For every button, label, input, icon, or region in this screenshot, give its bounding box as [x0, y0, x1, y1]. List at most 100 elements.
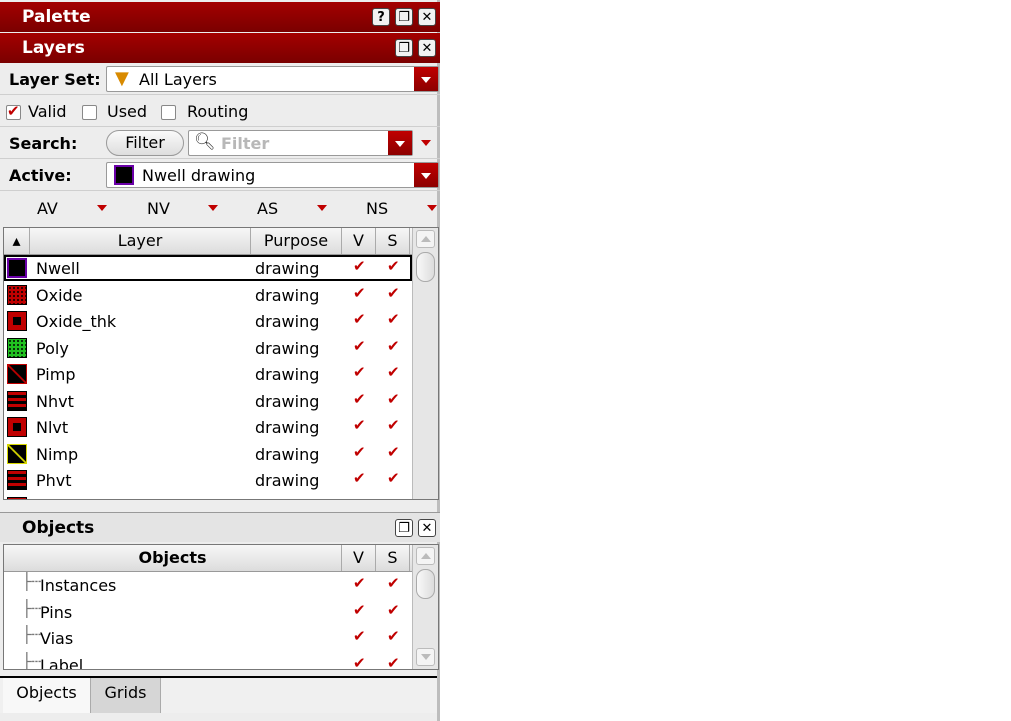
chevron-down-icon[interactable] [414, 67, 438, 91]
selectable-checkbox[interactable] [387, 257, 402, 276]
visible-checkbox[interactable] [353, 601, 368, 620]
layers-scrollbar[interactable] [412, 228, 438, 499]
active-chevron-down-icon[interactable] [414, 163, 438, 187]
visible-checkbox[interactable] [353, 390, 368, 409]
selectable-checkbox[interactable] [387, 443, 402, 462]
table-row[interactable]: Oxide drawing [4, 282, 412, 308]
objects-scroll-down-icon[interactable] [416, 648, 435, 666]
visible-checkbox[interactable] [353, 337, 368, 356]
visible-checkbox[interactable] [353, 443, 368, 462]
as-dropdown-icon[interactable] [317, 205, 327, 211]
visible-checkbox[interactable] [353, 416, 368, 435]
list-item[interactable]: ├┄ Pins [4, 599, 412, 625]
header-layer[interactable]: Layer [30, 228, 251, 254]
table-row[interactable]: Poly drawing [4, 335, 412, 361]
objects-restore-icon[interactable]: ❐ [395, 519, 413, 537]
routing-checkbox[interactable] [161, 105, 176, 120]
visible-checkbox[interactable] [353, 496, 366, 500]
search-input[interactable]: Filter [221, 134, 269, 153]
visible-checkbox[interactable] [353, 654, 368, 670]
visible-checkbox[interactable] [353, 627, 368, 646]
palette-title: Palette [22, 7, 91, 27]
filter-combo[interactable]: 🔍︎ Filter [188, 130, 413, 156]
layer-purpose: drawing [255, 338, 320, 358]
list-item[interactable]: ├┄ Vias [4, 625, 412, 651]
help-icon[interactable]: ? [372, 8, 390, 26]
visible-checkbox[interactable] [353, 469, 368, 488]
selectable-checkbox[interactable] [387, 310, 402, 329]
table-row[interactable]: Nlvt drawing [4, 414, 412, 440]
layers-restore-icon[interactable]: ❐ [395, 39, 413, 57]
header-v[interactable]: V [342, 228, 376, 254]
ns-menu[interactable]: NS [366, 199, 388, 218]
selectable-checkbox[interactable] [387, 627, 402, 646]
objects-header-s[interactable]: S [376, 545, 410, 571]
table-row[interactable]: Nwell drawing [4, 255, 412, 281]
selectable-checkbox[interactable] [387, 390, 402, 409]
header-purpose[interactable]: Purpose [251, 228, 342, 254]
close-icon[interactable]: ✕ [418, 8, 436, 26]
objects-close-icon[interactable]: ✕ [418, 519, 436, 537]
search-options-icon[interactable] [421, 140, 431, 146]
table-row[interactable]: Nhvt drawing [4, 388, 412, 414]
sort-icon[interactable]: ▴ [4, 228, 30, 254]
av-menu[interactable]: AV [37, 199, 58, 218]
palette-panel: Palette ? ❐ ✕ Layers ❐ ✕ Layer Set: ▼ Al… [0, 0, 440, 721]
selectable-checkbox[interactable] [387, 337, 402, 356]
as-menu[interactable]: AS [257, 199, 278, 218]
layer-set-combo[interactable]: ▼ All Layers [106, 66, 439, 92]
selectable-checkbox[interactable] [387, 363, 402, 382]
table-row[interactable]: Phvt drawing [4, 467, 412, 493]
layer-name: Nlvt [36, 418, 69, 437]
layer-purpose: drawing [255, 285, 320, 305]
filter-button[interactable]: Filter [106, 130, 184, 156]
visible-checkbox[interactable] [353, 310, 368, 329]
valid-checkbox[interactable] [6, 102, 21, 120]
objects-title: Objects [22, 518, 95, 538]
objects-scroll-up-icon[interactable] [416, 547, 435, 565]
visible-checkbox[interactable] [353, 257, 368, 276]
list-item[interactable]: ├┄ Label [4, 652, 412, 670]
scroll-thumb[interactable] [416, 252, 435, 282]
visible-checkbox[interactable] [353, 284, 368, 303]
active-layer-combo[interactable]: Nwell drawing [106, 162, 439, 188]
header-objects[interactable]: Objects [4, 545, 342, 571]
visible-checkbox[interactable] [353, 363, 368, 382]
layer-swatch [7, 337, 27, 358]
filter-dropdown-icon[interactable] [388, 131, 412, 155]
table-row[interactable]: Metal2 drawing [4, 494, 412, 500]
table-row[interactable]: Pimp drawing [4, 361, 412, 387]
visible-checkbox[interactable] [353, 574, 368, 593]
tab-objects[interactable]: Objects [3, 678, 91, 713]
layers-titlebar: Layers ❐ ✕ [0, 33, 440, 63]
tab-grids[interactable]: Grids [91, 678, 161, 713]
selectable-checkbox[interactable] [387, 654, 402, 670]
objects-scroll-thumb[interactable] [416, 569, 435, 599]
scroll-up-icon[interactable] [416, 230, 435, 248]
av-dropdown-icon[interactable] [97, 205, 107, 211]
selectable-checkbox[interactable] [387, 574, 402, 593]
nv-menu[interactable]: NV [147, 199, 170, 218]
nv-dropdown-icon[interactable] [208, 205, 218, 211]
selectable-checkbox[interactable] [387, 601, 402, 620]
objects-header-v[interactable]: V [342, 545, 376, 571]
restore-icon[interactable]: ❐ [395, 8, 413, 26]
used-checkbox[interactable] [82, 105, 97, 120]
header-s[interactable]: S [376, 228, 410, 254]
table-row[interactable]: Oxide_thk drawing [4, 308, 412, 334]
object-name: Label [40, 655, 84, 670]
layer-purpose: drawing [255, 471, 320, 490]
selectable-checkbox[interactable] [387, 416, 402, 435]
used-label: Used [107, 102, 148, 121]
layer-name: Metal2 [36, 498, 90, 500]
selectable-checkbox[interactable] [387, 284, 402, 303]
list-item[interactable]: ├┄ Instances [4, 572, 412, 598]
layer-purpose: drawing [255, 418, 320, 437]
layers-close-icon[interactable]: ✕ [418, 39, 436, 57]
objects-scrollbar[interactable] [412, 545, 438, 669]
bottom-tabbar: Objects Grids [0, 676, 437, 713]
selectable-checkbox[interactable] [387, 496, 400, 500]
ns-dropdown-icon[interactable] [427, 205, 437, 211]
selectable-checkbox[interactable] [387, 469, 402, 488]
table-row[interactable]: Nimp drawing [4, 441, 412, 467]
